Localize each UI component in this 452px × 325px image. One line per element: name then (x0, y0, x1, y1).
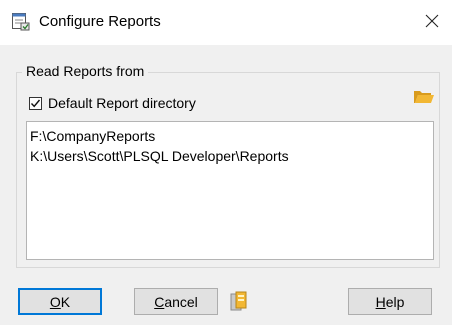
configure-reports-dialog: Configure Reports Read Reports from Defa… (0, 0, 452, 325)
report-directory-list[interactable]: F:\CompanyReports K:\Users\Scott\PLSQL D… (26, 121, 434, 260)
folder-open-icon (412, 91, 436, 111)
cancel-mnemonic: C (154, 293, 165, 310)
default-directory-checkbox-row[interactable]: Default Report directory (29, 94, 196, 112)
help-rest: elp (385, 293, 405, 310)
browse-folder-button[interactable] (412, 86, 436, 108)
default-directory-label: Default Report directory (48, 95, 196, 111)
window-title: Configure Reports (39, 13, 161, 30)
report-config-icon (11, 12, 31, 32)
default-directory-checkbox[interactable] (29, 96, 42, 110)
ok-rest: K (60, 293, 71, 310)
title-bar: Configure Reports (0, 0, 452, 45)
help-button[interactable]: Help (348, 288, 432, 315)
ok-button[interactable]: OK (18, 288, 102, 315)
export-icon[interactable] (228, 290, 250, 314)
directory-entry[interactable]: F:\CompanyReports (30, 126, 430, 146)
close-button[interactable] (416, 6, 448, 38)
ok-mnemonic: O (49, 293, 61, 310)
help-mnemonic: H (375, 293, 386, 310)
close-icon (425, 14, 439, 31)
group-legend: Read Reports from (22, 62, 149, 80)
help-button-label: Help (376, 294, 405, 310)
directory-entry[interactable]: K:\Users\Scott\PLSQL Developer\Reports (30, 146, 430, 166)
cancel-button[interactable]: Cancel (134, 288, 218, 315)
cancel-button-label: Cancel (154, 294, 198, 310)
cancel-rest: ancel (164, 293, 198, 310)
ok-button-label: OK (50, 294, 70, 310)
